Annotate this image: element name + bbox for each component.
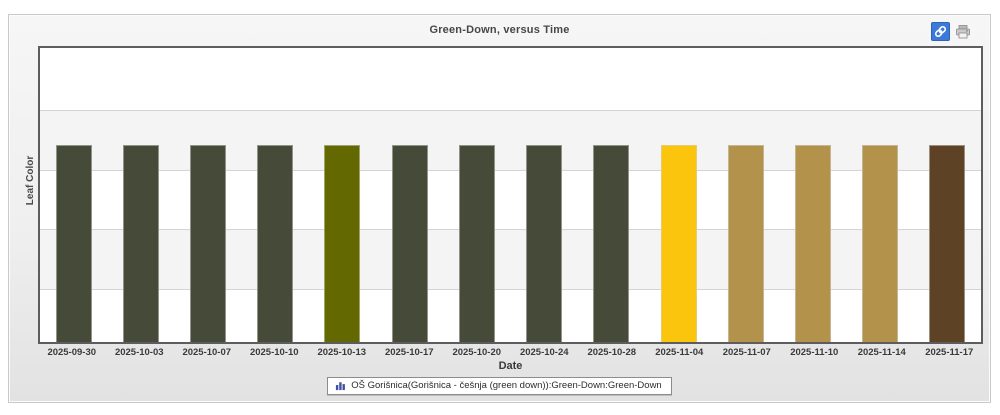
bar-slot	[779, 48, 846, 342]
chart-title: Green-Down, versus Time	[429, 24, 570, 36]
x-axis-ticks: 2025-09-30 2025-10-03 2025-10-07 2025-10-10…	[38, 347, 983, 358]
bar-slot	[443, 48, 510, 342]
x-tick-label: 2025-09-30	[47, 347, 97, 358]
bar-2025-11-10[interactable]	[795, 145, 832, 342]
chart-toolbar	[931, 22, 972, 41]
print-button[interactable]	[954, 23, 972, 41]
bar-2025-11-14[interactable]	[862, 145, 899, 342]
bar-slot	[914, 48, 981, 342]
x-tick-label: 2025-10-10	[249, 347, 299, 358]
bar-2025-10-20[interactable]	[458, 145, 495, 342]
x-tick-label: 2025-10-24	[519, 347, 569, 358]
x-tick-label: 2025-11-17	[925, 347, 974, 358]
x-tick-label: 2025-11-04	[655, 347, 704, 358]
x-tick-label: 2025-10-17	[384, 347, 434, 358]
x-tick-label: 2025-11-10	[790, 347, 839, 358]
bar-slot	[309, 48, 376, 342]
y-axis-label: Leaf Color	[25, 155, 37, 206]
chart-panel: Green-Down, versus Time Leaf Color 2025-…	[8, 14, 991, 403]
bar-2025-11-07[interactable]	[727, 145, 764, 342]
bar-series	[40, 48, 981, 342]
permalink-button[interactable]	[931, 22, 950, 41]
bar-slot	[847, 48, 914, 342]
bar-2025-10-17[interactable]	[391, 145, 428, 342]
x-tick-label: 2025-11-07	[722, 347, 771, 358]
bar-slot	[578, 48, 645, 342]
bar-2025-10-07[interactable]	[190, 145, 227, 342]
printer-icon	[955, 24, 971, 40]
bar-slot	[511, 48, 578, 342]
bar-2025-10-28[interactable]	[593, 145, 630, 342]
bar-2025-10-03[interactable]	[122, 145, 159, 342]
x-axis-label: Date	[498, 360, 523, 372]
link-icon	[934, 25, 947, 38]
x-tick-label: 2025-10-20	[452, 347, 502, 358]
plot-area	[38, 46, 983, 344]
bar-2025-10-24[interactable]	[526, 145, 563, 342]
x-tick-label: 2025-11-14	[857, 347, 906, 358]
legend-label: OŠ Gorišnica(Gorišnica - češnja (green d…	[351, 380, 662, 391]
bar-chart-icon	[335, 380, 346, 391]
bar-2025-10-10[interactable]	[257, 145, 294, 342]
bar-slot	[107, 48, 174, 342]
bar-slot	[40, 48, 107, 342]
bar-2025-11-17[interactable]	[929, 145, 966, 342]
bar-slot	[174, 48, 241, 342]
bar-slot	[645, 48, 712, 342]
x-tick-label: 2025-10-28	[587, 347, 637, 358]
x-tick-label: 2025-10-13	[317, 347, 367, 358]
bar-slot	[712, 48, 779, 342]
bar-2025-11-04[interactable]	[660, 145, 697, 342]
legend-item[interactable]: OŠ Gorišnica(Gorišnica - češnja (green d…	[327, 377, 672, 395]
bar-slot	[242, 48, 309, 342]
bar-2025-09-30[interactable]	[55, 145, 92, 342]
bar-slot	[376, 48, 443, 342]
bar-2025-10-13[interactable]	[324, 145, 361, 342]
legend-row: OŠ Gorišnica(Gorišnica - češnja (green d…	[9, 377, 990, 395]
x-tick-label: 2025-10-07	[182, 347, 232, 358]
x-tick-label: 2025-10-03	[114, 347, 164, 358]
